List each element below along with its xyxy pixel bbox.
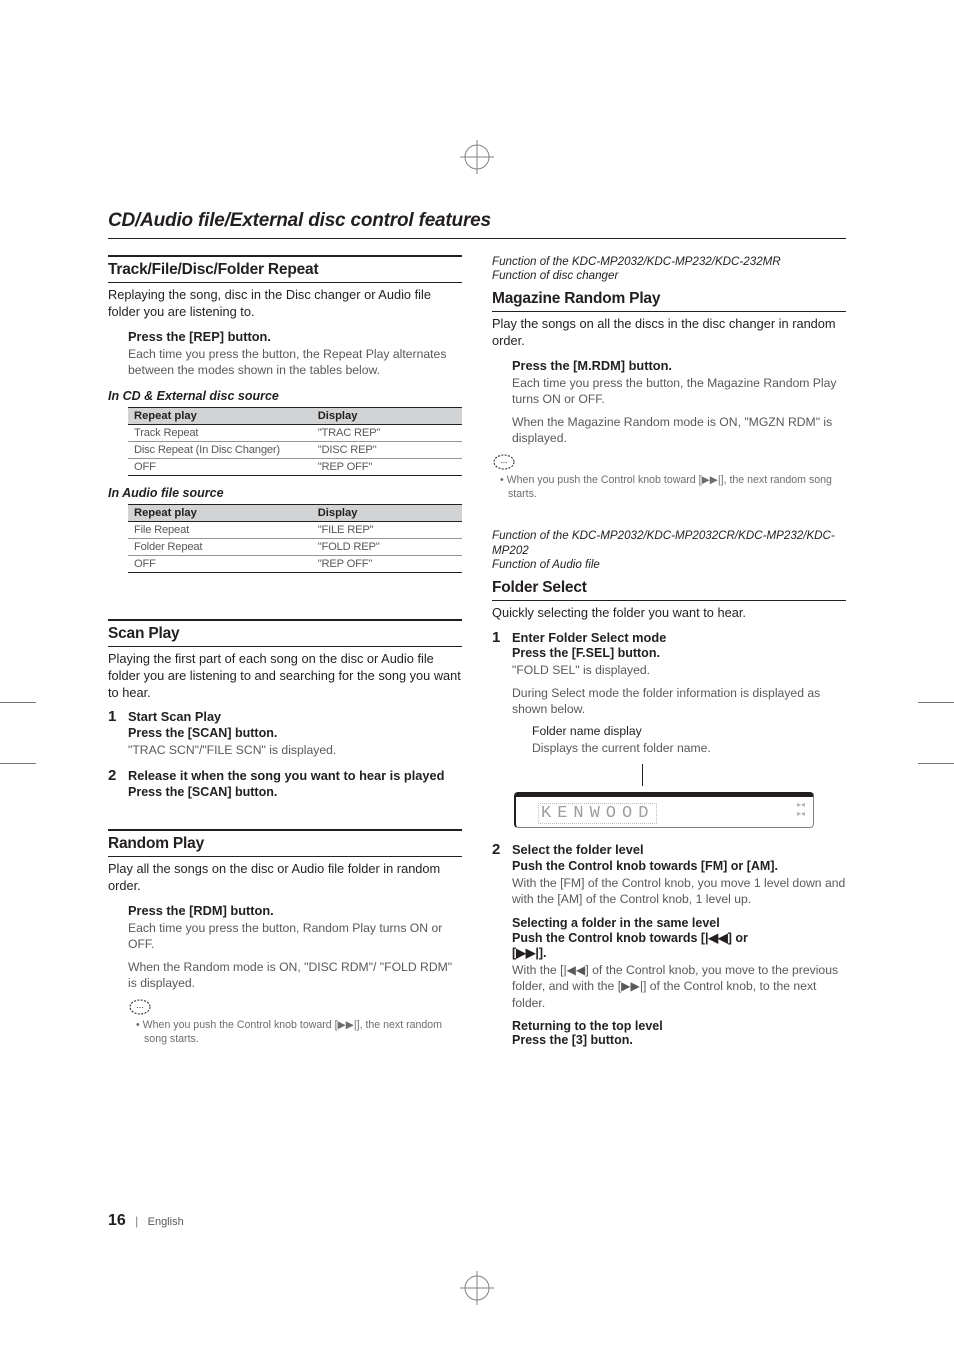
- lead-text: Play all the songs on the disc or Audio …: [108, 861, 462, 895]
- instruction-bold: Press the [SCAN] button.: [128, 785, 462, 799]
- table-header: Display: [312, 407, 462, 424]
- instruction-body: "FOLD SEL" is displayed.: [512, 662, 846, 678]
- table-header: Repeat play: [128, 504, 312, 521]
- step-number: 1: [492, 630, 506, 763]
- instruction-body: When the Random mode is ON, "DISC RDM"/ …: [128, 959, 462, 992]
- instruction-body: Each time you press the button, Random P…: [128, 920, 462, 953]
- registration-mark-icon: [460, 1271, 494, 1310]
- note-text: • When you push the Control knob toward …: [496, 473, 846, 502]
- svg-text:⋯: ⋯: [500, 458, 508, 467]
- svg-text:⋯: ⋯: [136, 1003, 144, 1012]
- table-header: Repeat play: [128, 407, 312, 424]
- instruction-bold: Push the Control knob towards [FM] or [A…: [512, 859, 846, 873]
- instruction-bold: Press the [REP] button.: [128, 329, 462, 344]
- step-title: Select the folder level: [512, 842, 846, 859]
- display-indicator-icon: ▸◂▸◂: [797, 801, 805, 819]
- function-note: Function of Audio file: [492, 558, 846, 572]
- instruction-body: With the [|◀◀] of the Control knob, you …: [512, 962, 846, 1011]
- display-text: KENWOOD: [538, 803, 657, 824]
- heading-scan-play: Scan Play: [108, 619, 462, 647]
- instruction-bold: Press the [3] button.: [512, 1033, 846, 1047]
- crop-mark-icon: [918, 702, 954, 764]
- instruction-body: "TRAC SCN"/"FILE SCN" is displayed.: [128, 742, 462, 758]
- instruction-bold: Press the [M.RDM] button.: [512, 358, 846, 373]
- table-cd-source: Repeat play Display Track Repeat"TRAC RE…: [128, 407, 462, 476]
- crop-mark-icon: [0, 702, 36, 764]
- sub-body: Displays the current folder name.: [532, 740, 846, 756]
- page-number: 16: [108, 1212, 126, 1229]
- section-title: CD/Audio file/External disc control feat…: [108, 210, 846, 232]
- sub-heading: In CD & External disc source: [108, 389, 462, 403]
- instruction-bold: Press the [RDM] button.: [128, 903, 462, 918]
- note-icon: ⋯: [128, 998, 462, 1016]
- instruction-body: With the [FM] of the Control knob, you m…: [512, 875, 846, 908]
- instruction-body: Each time you press the button, the Maga…: [512, 375, 846, 408]
- step-number: 2: [108, 768, 122, 799]
- function-note: Function of the KDC-MP2032/KDC-MP232/KDC…: [492, 255, 846, 269]
- function-note: Function of disc changer: [492, 269, 846, 283]
- callout-line-icon: [642, 764, 643, 786]
- instruction-body: Each time you press the button, the Repe…: [128, 346, 462, 379]
- registration-mark-icon: [460, 140, 494, 179]
- instruction-bold: Push the Control knob towards [|◀◀] or […: [512, 930, 846, 960]
- table-row: File Repeat"FILE REP": [128, 521, 462, 538]
- step-title: Release it when the song you want to hea…: [128, 768, 462, 785]
- page-language: English: [148, 1216, 184, 1228]
- left-column: Track/File/Disc/Folder Repeat Replaying …: [108, 255, 462, 1049]
- instruction-bold: Press the [F.SEL] button.: [512, 646, 846, 660]
- display-figure: KENWOOD ▸◂▸◂: [514, 792, 814, 828]
- heading-folder-select: Folder Select: [492, 575, 846, 601]
- sub-heading: In Audio file source: [108, 486, 462, 500]
- instruction-bold: Selecting a folder in the same level: [512, 916, 846, 930]
- table-row: OFF"REP OFF": [128, 555, 462, 572]
- lead-text: Replaying the song, disc in the Disc cha…: [108, 287, 462, 321]
- step-title: Start Scan Play: [128, 709, 462, 726]
- table-header: Display: [312, 504, 462, 521]
- footer-separator: |: [135, 1214, 138, 1228]
- note-icon: ⋯: [492, 453, 846, 471]
- instruction-bold: Returning to the top level: [512, 1019, 846, 1033]
- instruction-body: During Select mode the folder informatio…: [512, 685, 846, 718]
- instruction-bold: Press the [SCAN] button.: [128, 726, 462, 740]
- lead-text: Playing the first part of each song on t…: [108, 651, 462, 702]
- lead-text: Quickly selecting the folder you want to…: [492, 605, 846, 622]
- lead-text: Play the songs on all the discs in the d…: [492, 316, 846, 350]
- page-footer: 16 | English: [108, 1212, 184, 1230]
- function-note: Function of the KDC-MP2032/KDC-MP2032CR/…: [492, 529, 846, 558]
- heading-magazine-random: Magazine Random Play: [492, 286, 846, 312]
- table-row: Disc Repeat (In Disc Changer)"DISC REP": [128, 441, 462, 458]
- step-title: Enter Folder Select mode: [512, 630, 846, 647]
- sub-label: Folder name display: [532, 724, 846, 738]
- table-row: OFF"REP OFF": [128, 458, 462, 475]
- instruction-body: When the Magazine Random mode is ON, "MG…: [512, 414, 846, 447]
- heading-random-play: Random Play: [108, 829, 462, 857]
- right-column: Function of the KDC-MP2032/KDC-MP232/KDC…: [492, 255, 846, 1049]
- step-number: 1: [108, 709, 122, 764]
- divider: [108, 238, 846, 239]
- table-row: Folder Repeat"FOLD REP": [128, 538, 462, 555]
- heading-track-repeat: Track/File/Disc/Folder Repeat: [108, 255, 462, 283]
- step-number: 2: [492, 842, 506, 1047]
- note-text: • When you push the Control knob toward …: [132, 1018, 462, 1047]
- table-row: Track Repeat"TRAC REP": [128, 424, 462, 441]
- table-audio-source: Repeat play Display File Repeat"FILE REP…: [128, 504, 462, 573]
